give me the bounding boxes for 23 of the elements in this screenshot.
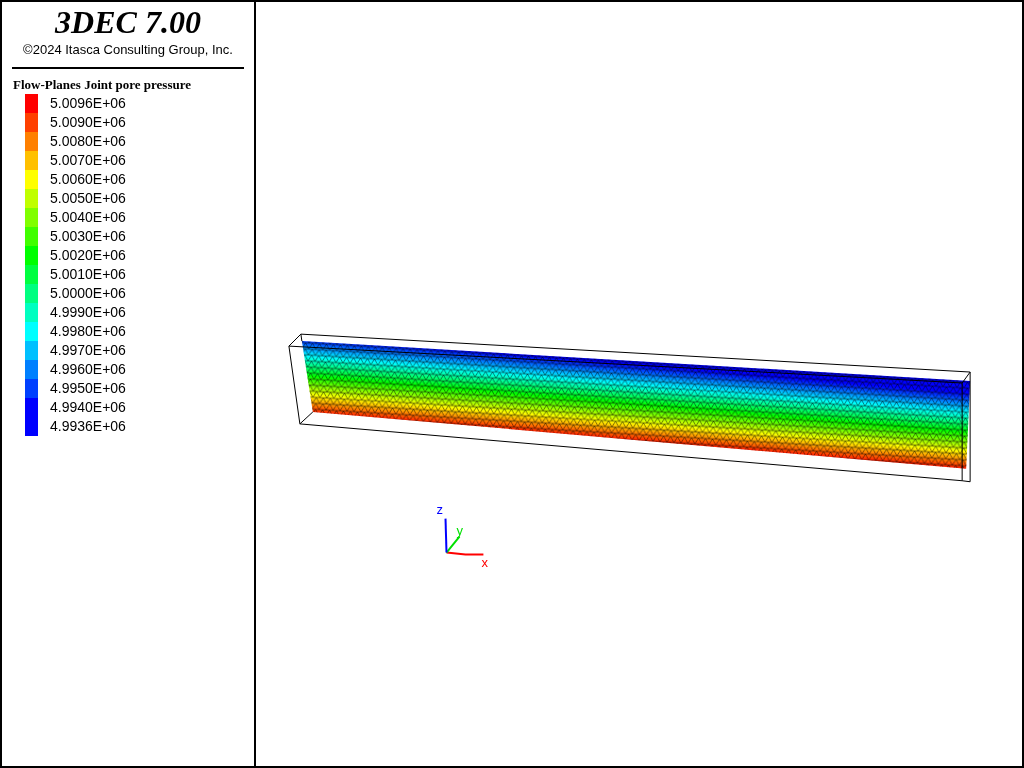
axis-label: z — [436, 501, 443, 517]
legend-label: 5.0040E+06 — [50, 208, 126, 227]
legend-label: 5.0090E+06 — [50, 113, 126, 132]
legend-label: 5.0000E+06 — [50, 284, 126, 303]
legend-label: 5.0070E+06 — [50, 151, 126, 170]
legend-label: 4.9936E+06 — [50, 417, 126, 436]
legend-title: Flow-Planes Joint pore pressure — [13, 77, 193, 93]
legend-label: 4.9980E+06 — [50, 322, 126, 341]
legend-label: 5.0080E+06 — [50, 132, 126, 151]
legend-label: 5.0030E+06 — [50, 227, 126, 246]
legend-label: 5.0096E+06 — [50, 94, 126, 113]
legend-label: 5.0050E+06 — [50, 189, 126, 208]
legend-label: 4.9970E+06 — [50, 341, 126, 360]
axis-label: x — [481, 554, 488, 570]
legend-label: 4.9990E+06 — [50, 303, 126, 322]
program-title: 3DEC 7.00 — [54, 4, 202, 40]
legend-label: 4.9950E+06 — [50, 379, 126, 398]
legend-label: 5.0060E+06 — [50, 170, 126, 189]
legend-label: 5.0010E+06 — [50, 265, 126, 284]
legend-label: 4.9960E+06 — [50, 360, 126, 379]
legend-label: 5.0020E+06 — [50, 246, 126, 265]
copyright-text: ©2024 Itasca Consulting Group, Inc. — [22, 42, 234, 57]
legend-label: 4.9940E+06 — [50, 398, 126, 417]
